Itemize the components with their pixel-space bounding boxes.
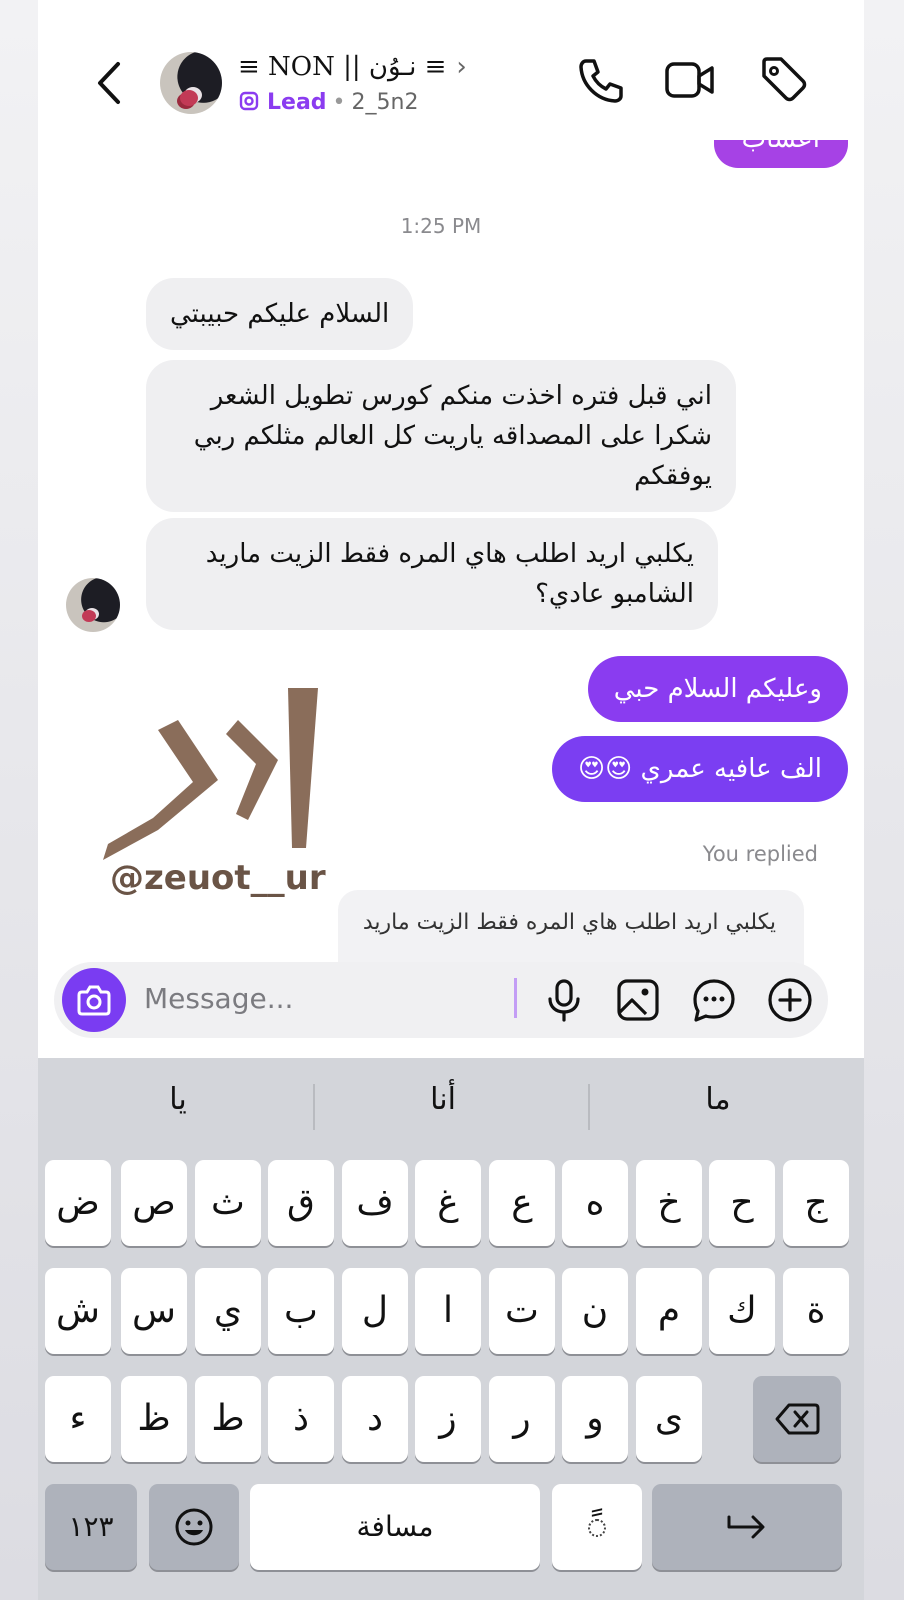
- key[interactable]: غ: [415, 1160, 481, 1246]
- subtitle-separator: •: [332, 90, 346, 115]
- key[interactable]: و: [562, 1376, 628, 1462]
- key[interactable]: ل: [342, 1268, 408, 1354]
- contact-subtitle: Lead • 2_5n2: [238, 90, 418, 115]
- key[interactable]: ا: [415, 1268, 481, 1354]
- outgoing-message[interactable]: وعليكم السلام حبي: [587, 656, 848, 722]
- suggestion[interactable]: ما: [588, 1082, 848, 1117]
- chevron-right-icon: ›: [456, 52, 467, 82]
- key[interactable]: ى: [636, 1376, 702, 1462]
- key[interactable]: ز: [415, 1376, 481, 1462]
- gallery-icon[interactable]: [612, 974, 664, 1026]
- camera-button[interactable]: [62, 968, 126, 1032]
- key[interactable]: ض: [45, 1160, 111, 1246]
- key[interactable]: ع: [489, 1160, 555, 1246]
- incoming-message[interactable]: اني قبل فتره اخذت منكم كورس تطويل الشعر …: [146, 360, 736, 512]
- contact-avatar[interactable]: [160, 52, 222, 114]
- plus-circle-icon[interactable]: [764, 974, 816, 1026]
- key[interactable]: ج: [783, 1160, 849, 1246]
- key[interactable]: د: [342, 1376, 408, 1462]
- message-input[interactable]: Message...: [144, 982, 293, 1015]
- reply-preview[interactable]: يكلبي اريد اطلب هاي المره فقط الزيت ماري…: [338, 890, 804, 970]
- video-call-icon[interactable]: [662, 52, 718, 108]
- delete-key[interactable]: [753, 1376, 841, 1462]
- key[interactable]: ت: [489, 1268, 555, 1354]
- tag-icon[interactable]: [756, 52, 812, 108]
- key[interactable]: م: [636, 1268, 702, 1354]
- replied-label: You replied: [702, 842, 818, 866]
- chat-screen: ≡ NON || نـوُن ≡› Lead•2_5n2 اعشاب 1:25 …: [38, 0, 864, 1600]
- key[interactable]: ح: [709, 1160, 775, 1246]
- outgoing-message[interactable]: الف عافيه عمري 😍😍: [552, 736, 848, 802]
- chat-bubble-icon[interactable]: [688, 974, 740, 1026]
- key[interactable]: ه: [562, 1160, 628, 1246]
- contact-name-text: ≡ NON || نـوُن ≡: [238, 52, 447, 82]
- return-icon: [727, 1515, 765, 1539]
- lead-icon: [239, 91, 259, 111]
- key[interactable]: س: [121, 1268, 187, 1354]
- suggestion[interactable]: أنا: [313, 1082, 573, 1117]
- arabic-keyboard: يا أنا ما ض ص ث ق ف غ ع ه خ ح ج ش س ي ب …: [38, 1058, 864, 1600]
- key[interactable]: ث: [195, 1160, 261, 1246]
- contact-name[interactable]: ≡ NON || نـوُن ≡ ›: [238, 52, 467, 82]
- numbers-key[interactable]: ١٢٣: [45, 1484, 137, 1570]
- return-key[interactable]: [652, 1484, 842, 1570]
- key[interactable]: ء: [45, 1376, 111, 1462]
- emoji-icon: [175, 1508, 213, 1546]
- key[interactable]: ر: [489, 1376, 555, 1462]
- back-icon[interactable]: [90, 58, 130, 108]
- key[interactable]: ب: [268, 1268, 334, 1354]
- delete-icon: [775, 1403, 820, 1435]
- incoming-message[interactable]: يكلبي اريد اطلب هاي المره فقط الزيت ماري…: [146, 518, 718, 630]
- suggestion[interactable]: يا: [48, 1082, 308, 1117]
- contact-username: 2_5n2: [351, 90, 419, 115]
- key[interactable]: ش: [45, 1268, 111, 1354]
- key[interactable]: ف: [342, 1160, 408, 1246]
- key[interactable]: ق: [268, 1160, 334, 1246]
- message-timestamp: 1:25 PM: [400, 214, 482, 238]
- sender-avatar[interactable]: [66, 578, 120, 632]
- key[interactable]: ط: [195, 1376, 261, 1462]
- phone-call-icon[interactable]: [572, 52, 628, 108]
- key[interactable]: خ: [636, 1160, 702, 1246]
- key[interactable]: ن: [562, 1268, 628, 1354]
- key[interactable]: ي: [195, 1268, 261, 1354]
- incoming-message[interactable]: السلام عليكم حبيبتي: [146, 278, 414, 350]
- microphone-icon[interactable]: [538, 974, 590, 1026]
- key[interactable]: ك: [709, 1268, 775, 1354]
- message-composer: Message...: [54, 962, 828, 1038]
- key[interactable]: ة: [783, 1268, 849, 1354]
- key[interactable]: ظ: [121, 1376, 187, 1462]
- key[interactable]: ذ: [268, 1376, 334, 1462]
- space-key[interactable]: مسافة: [250, 1484, 540, 1570]
- emoji-key[interactable]: [149, 1484, 239, 1570]
- lead-label: Lead: [267, 90, 327, 115]
- watermark-handle: @zeuot__ur: [110, 858, 326, 898]
- text-cursor: [514, 978, 517, 1018]
- tanween-key[interactable]: ً: [552, 1484, 642, 1570]
- chat-header: ≡ NON || نـوُن ≡ › Lead • 2_5n2: [38, 30, 864, 140]
- key[interactable]: ص: [121, 1160, 187, 1246]
- camera-icon: [77, 985, 111, 1016]
